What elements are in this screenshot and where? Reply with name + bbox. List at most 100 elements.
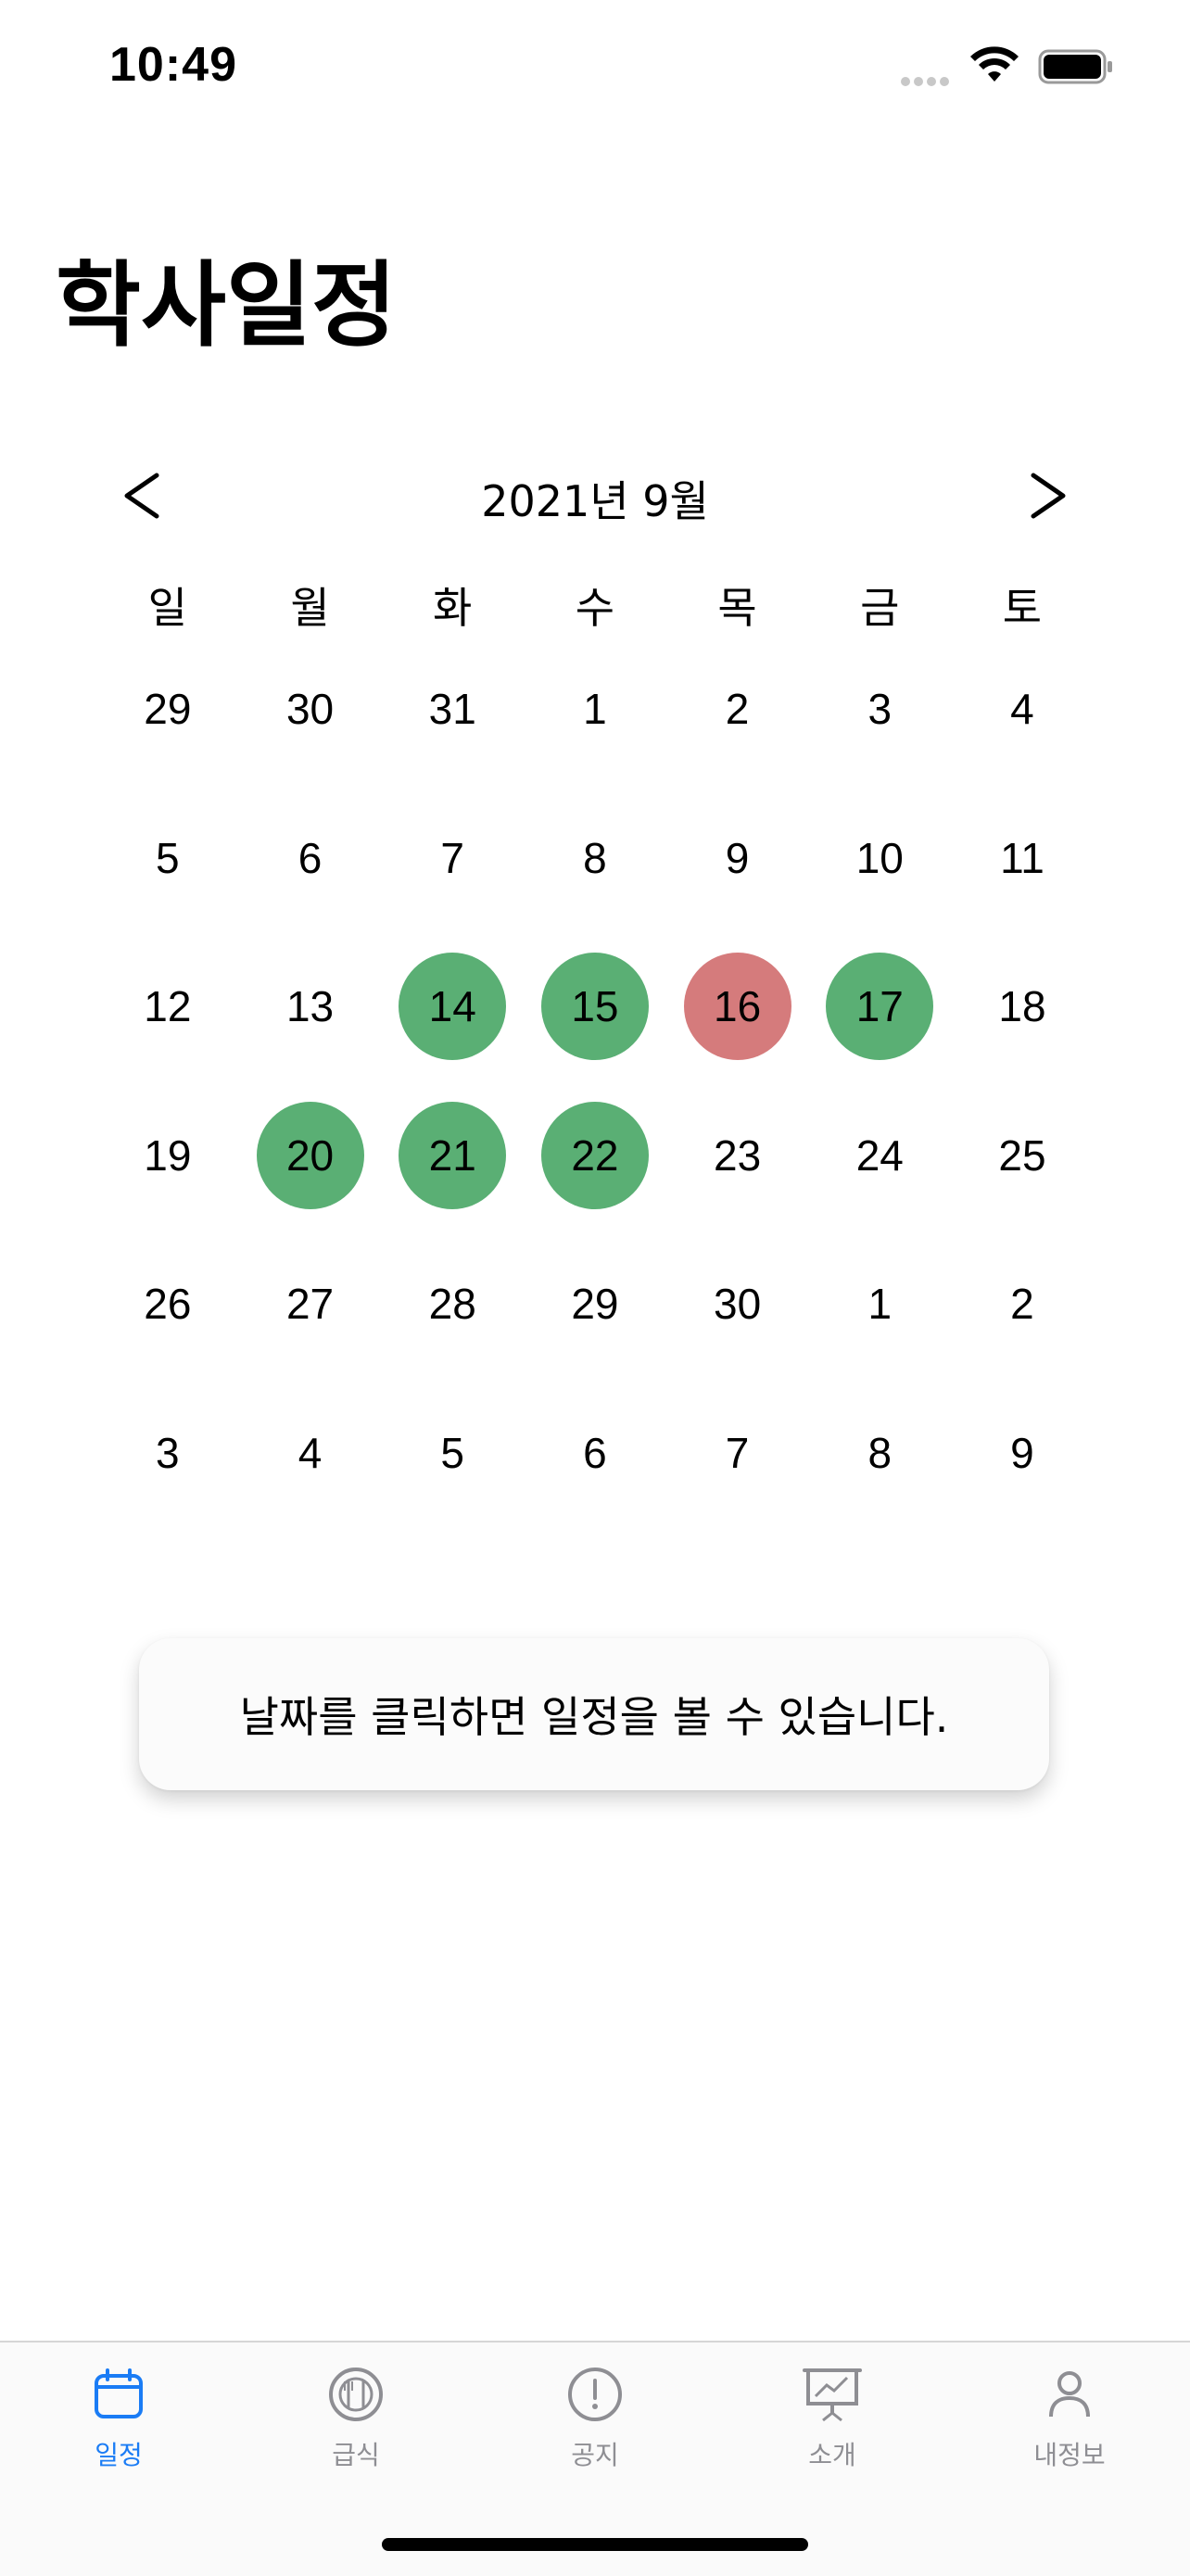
calendar-day[interactable]: 14 <box>381 953 524 1122</box>
calendar-day[interactable]: 6 <box>524 1420 666 1569</box>
weekday-header: 일 월 화 수 목 금 토 <box>96 575 1094 636</box>
calendar-day[interactable]: 23 <box>666 1122 809 1271</box>
calendar-day-number: 29 <box>144 685 192 733</box>
calendar-day-number: 6 <box>583 1428 607 1477</box>
calendar-day[interactable]: 2 <box>666 676 809 825</box>
weekday-label: 금 <box>860 583 900 633</box>
calendar-day[interactable]: 10 <box>808 825 951 974</box>
meal-icon <box>329 2368 383 2421</box>
previous-month-button[interactable] <box>109 463 174 528</box>
calendar-day[interactable]: 30 <box>239 676 382 825</box>
chevron-left-icon <box>124 473 159 519</box>
battery-icon <box>1038 49 1112 84</box>
calendar-day-number: 28 <box>428 1280 476 1328</box>
calendar-day-number: 2 <box>1010 1280 1034 1328</box>
calendar-day[interactable]: 28 <box>381 1270 524 1420</box>
calendar-day-number: 19 <box>144 1130 192 1180</box>
chevron-right-icon <box>1031 473 1066 519</box>
calendar-day[interactable]: 7 <box>381 825 524 974</box>
calendar-day-number: 30 <box>714 1280 762 1328</box>
calendar-day[interactable]: 30 <box>666 1270 809 1420</box>
calendar-day[interactable]: 3 <box>96 1420 239 1569</box>
calendar-day[interactable]: 31 <box>381 676 524 825</box>
calendar-day-number-marked: 21 <box>399 1101 507 1209</box>
calendar-day-number: 11 <box>1000 833 1044 882</box>
calendar-day[interactable]: 11 <box>951 825 1094 974</box>
calendar-day[interactable]: 5 <box>96 825 239 974</box>
home-indicator <box>382 2538 808 2551</box>
calendar-day-number: 8 <box>583 833 607 882</box>
calendar-day-number: 4 <box>1010 685 1034 733</box>
calendar-day-number: 31 <box>428 685 476 733</box>
calendar-day[interactable]: 29 <box>524 1270 666 1420</box>
tab-notice[interactable]: 공지 <box>502 2365 688 2494</box>
calendar-day[interactable]: 6 <box>239 825 382 974</box>
calendar-day-number: 8 <box>867 1428 892 1477</box>
cellular-signal-icon <box>901 72 956 86</box>
wifi-icon <box>970 46 1019 82</box>
profile-icon <box>1049 2371 1090 2418</box>
weekday-label: 월 <box>290 583 330 633</box>
tab-label: 급식 <box>332 2440 380 2470</box>
weekday-label: 목 <box>717 583 757 633</box>
calendar-day-number: 29 <box>571 1280 619 1328</box>
calendar-day-number: 23 <box>714 1130 762 1180</box>
calendar-day-number: 6 <box>298 833 323 882</box>
notice-icon <box>568 2368 622 2421</box>
calendar-day[interactable]: 9 <box>666 825 809 974</box>
calendar-day[interactable]: 4 <box>951 676 1094 825</box>
tab-label: 일정 <box>95 2440 143 2470</box>
tab-label: 내정보 <box>1033 2440 1106 2470</box>
calendar-day[interactable]: 21 <box>381 1101 524 1271</box>
tab-label: 공지 <box>571 2440 619 2470</box>
calendar-day[interactable]: 20 <box>239 1101 382 1271</box>
page-title: 학사일정 <box>56 251 397 360</box>
calendar-day-number: 18 <box>998 982 1046 1030</box>
calendar-day[interactable]: 13 <box>239 973 382 1122</box>
calendar-day[interactable]: 29 <box>96 676 239 825</box>
calendar-day[interactable]: 1 <box>524 676 666 825</box>
next-month-button[interactable] <box>1016 463 1081 528</box>
calendar-day[interactable]: 24 <box>808 1122 951 1271</box>
calendar-day[interactable]: 16 <box>666 953 809 1122</box>
calendar-day-number: 27 <box>285 1280 335 1328</box>
calendar-day[interactable]: 17 <box>808 953 951 1122</box>
calendar-day[interactable]: 18 <box>951 973 1094 1122</box>
calendar-day[interactable]: 4 <box>239 1420 382 1569</box>
calendar-day[interactable]: 9 <box>951 1420 1094 1569</box>
calendar-day[interactable]: 8 <box>808 1420 951 1569</box>
weekday-label: 일 <box>147 583 187 633</box>
tab-intro[interactable]: 소개 <box>740 2365 925 2494</box>
calendar-day-number: 10 <box>855 833 904 882</box>
calendar-day[interactable]: 26 <box>96 1270 239 1420</box>
calendar-day[interactable]: 22 <box>524 1101 666 1271</box>
calendar-day[interactable]: 25 <box>951 1122 1094 1271</box>
calendar-day-number-marked: 15 <box>540 953 649 1060</box>
calendar-day[interactable]: 8 <box>524 825 666 974</box>
calendar-day[interactable]: 2 <box>951 1270 1094 1420</box>
month-label: 2021년 9월 <box>481 476 709 526</box>
tab-meal[interactable]: 급식 <box>263 2365 449 2494</box>
calendar-day[interactable]: 19 <box>96 1122 239 1271</box>
hint-text: 날짜를 클릭하면 일정을 볼 수 있습니다. <box>239 1692 949 1742</box>
calendar-day-number: 4 <box>298 1428 323 1477</box>
calendar-day-number-marked: 14 <box>399 953 507 1060</box>
calendar-day-number-marked: 20 <box>256 1101 364 1209</box>
calendar-day[interactable]: 3 <box>808 676 951 825</box>
tab-schedule[interactable]: 일정 <box>26 2365 211 2494</box>
calendar-day-number: 1 <box>583 685 607 733</box>
calendar-day-number: 25 <box>998 1130 1046 1180</box>
calendar-day[interactable]: 15 <box>524 953 666 1122</box>
calendar-day-number: 12 <box>144 982 192 1030</box>
calendar-day[interactable]: 7 <box>666 1420 809 1569</box>
calendar-day[interactable]: 5 <box>381 1420 524 1569</box>
tab-my-info[interactable]: 내정보 <box>977 2365 1162 2494</box>
status-time: 10:49 <box>109 38 237 92</box>
calendar-day-number: 30 <box>285 685 335 733</box>
calendar-day-number: 5 <box>156 833 180 882</box>
calendar-day-number: 13 <box>285 982 335 1030</box>
calendar-day[interactable]: 12 <box>96 973 239 1122</box>
presentation-icon <box>803 2368 862 2422</box>
calendar-day[interactable]: 1 <box>808 1270 951 1420</box>
calendar-day[interactable]: 27 <box>239 1270 382 1420</box>
